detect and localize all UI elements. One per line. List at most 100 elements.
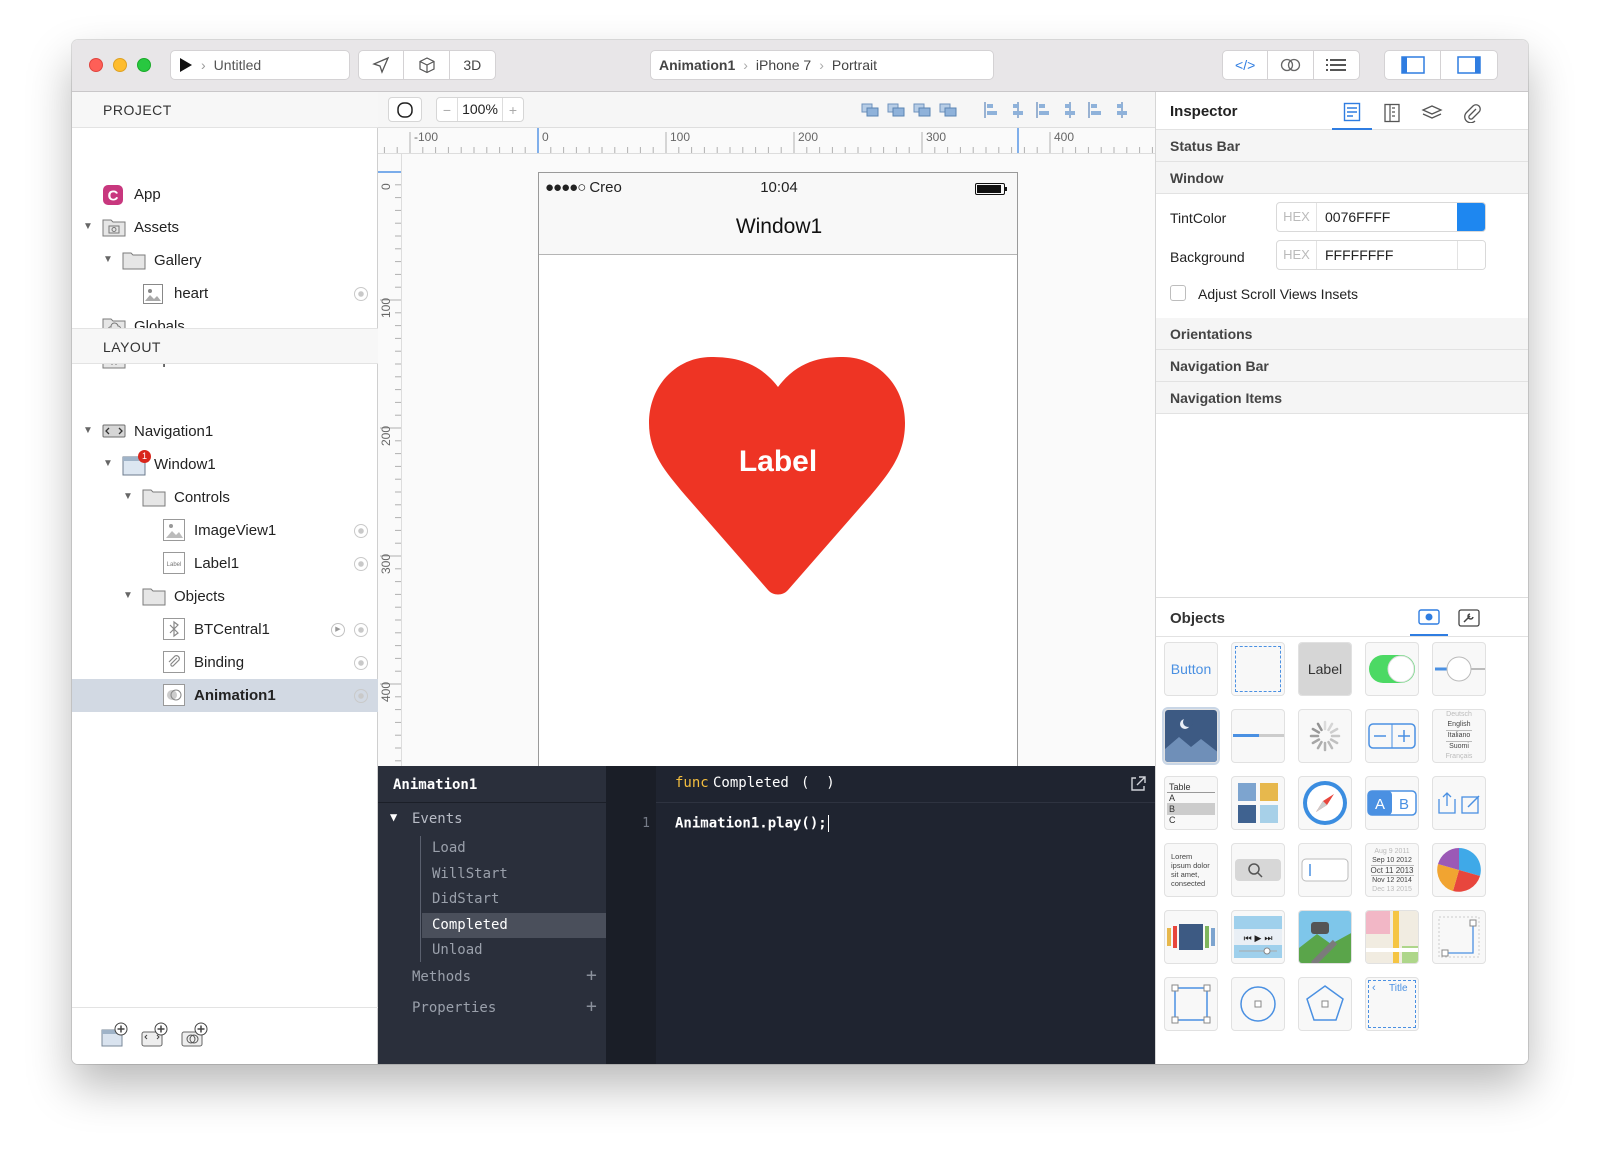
add-object-button[interactable] [180, 1022, 208, 1048]
bring-forward-icon[interactable] [860, 100, 880, 120]
media-player-object[interactable]: ⏮ ▶ ⏭ [1231, 910, 1285, 964]
status-dot-icon[interactable] [354, 623, 368, 637]
shape-button[interactable] [388, 97, 422, 122]
close-button[interactable] [89, 58, 103, 72]
layout-item-animation1[interactable]: Animation1 [72, 679, 378, 712]
tint-color-value[interactable]: 0076FFFF [1317, 209, 1457, 225]
align-right-icon[interactable] [1060, 100, 1080, 120]
layout-item-window1[interactable]: ▼ 1 Window1 [72, 448, 378, 481]
breadcrumb-item[interactable]: iPhone 7 [756, 57, 811, 73]
align-left-icon[interactable] [982, 100, 1002, 120]
status-dot-icon[interactable] [354, 689, 368, 703]
chart-object[interactable] [1432, 843, 1486, 897]
event-completed[interactable]: Completed [422, 912, 606, 938]
slider-object[interactable] [1432, 642, 1486, 696]
warning-badge[interactable]: 1 [138, 450, 151, 463]
events-disclosure-icon[interactable]: ▼ [390, 810, 397, 824]
tab-bindings[interactable] [1452, 96, 1492, 130]
toggle-right-panel-button[interactable] [1441, 51, 1497, 79]
minimize-button[interactable] [113, 58, 127, 72]
status-dot-icon[interactable] [354, 656, 368, 670]
navigation-bar-section[interactable]: Navigation Bar [1156, 350, 1528, 382]
imageview-object[interactable] [1162, 707, 1220, 765]
code-line[interactable]: Animation1.play(); [675, 815, 829, 832]
align-middle-icon[interactable] [1086, 100, 1106, 120]
run-scheme-button[interactable]: › Untitled [170, 50, 350, 80]
tint-color-swatch[interactable] [1457, 203, 1485, 231]
tint-color-field[interactable]: HEX 0076FFFF [1276, 202, 1486, 232]
send-backward-icon[interactable] [912, 100, 932, 120]
tab-ui-objects[interactable] [1410, 600, 1448, 636]
navigation-items-section[interactable]: Navigation Items [1156, 382, 1528, 414]
zoom-in-button[interactable]: + [503, 102, 523, 118]
3d-button[interactable]: 3D [450, 51, 495, 79]
event-load[interactable]: Load [422, 836, 606, 861]
status-dot-icon[interactable] [354, 524, 368, 538]
toggle-view-button[interactable] [1268, 51, 1314, 79]
align-bottom-icon[interactable] [1112, 100, 1132, 120]
tab-layers[interactable] [1412, 96, 1452, 130]
switch-object[interactable] [1365, 642, 1419, 696]
datepicker-object[interactable]: Aug 9 2011 Sep 10 2012 Oct 11 2013 Nov 12 2… [1365, 843, 1419, 897]
safari-object[interactable] [1298, 776, 1352, 830]
project-item-gallery[interactable]: ▼ Gallery [72, 244, 378, 277]
rectangle-object[interactable] [1164, 977, 1218, 1031]
textfield-object[interactable] [1298, 843, 1352, 897]
navbar-object[interactable]: ‹ Title [1365, 977, 1419, 1031]
disclosure-open-icon[interactable]: ▼ [82, 221, 94, 232]
background-color-value[interactable]: FFFFFFFF [1317, 247, 1457, 263]
activity-indicator-object[interactable] [1298, 709, 1352, 763]
tab-tools[interactable] [1450, 600, 1488, 636]
align-top-icon[interactable] [1034, 100, 1054, 120]
table-object[interactable]: Table A B C [1164, 776, 1218, 830]
add-window-button[interactable] [100, 1022, 128, 1048]
disclosure-open-icon[interactable]: ▼ [102, 254, 114, 265]
status-dot-icon[interactable] [354, 557, 368, 571]
add-navigation-button[interactable] [140, 1022, 168, 1048]
label-object[interactable]: Label [1298, 642, 1352, 696]
breadcrumb-item[interactable]: Portrait [832, 57, 877, 73]
disclosure-open-icon[interactable]: ▼ [122, 590, 134, 601]
event-willstart[interactable]: WillStart [422, 862, 606, 887]
layout-item-imageview1[interactable]: ImageView1 [72, 514, 378, 547]
list-view-button[interactable] [1314, 51, 1359, 79]
zoom-button[interactable] [137, 58, 151, 72]
progress-object[interactable] [1231, 709, 1285, 763]
status-bar-section[interactable]: Status Bar [1156, 130, 1528, 162]
layout-item-btcentral1[interactable]: BTCentral1 ▶ [72, 613, 378, 646]
stepper-object[interactable] [1365, 709, 1419, 763]
tab-size[interactable] [1372, 96, 1412, 130]
play-circle-icon[interactable]: ▶ [331, 623, 345, 637]
layout-item-navigation1[interactable]: ▼ Navigation1 [72, 415, 378, 448]
background-color-swatch[interactable] [1457, 241, 1485, 269]
breadcrumb-item[interactable]: Animation1 [659, 57, 735, 73]
layout-item-objects[interactable]: ▼ Objects [72, 580, 378, 613]
align-center-icon[interactable] [1008, 100, 1028, 120]
polygon-object[interactable] [1298, 977, 1352, 1031]
map-object[interactable] [1365, 910, 1419, 964]
orientations-section[interactable]: Orientations [1156, 318, 1528, 350]
disclosure-open-icon[interactable]: ▼ [102, 458, 114, 469]
textview-object[interactable]: Lorem ipsum dolor sit amet, consected [1164, 843, 1218, 897]
disclosure-open-icon[interactable]: ▼ [122, 491, 134, 502]
line-object[interactable] [1432, 910, 1486, 964]
event-unload[interactable]: Unload [422, 938, 606, 963]
project-item-assets[interactable]: ▼ Assets [72, 211, 378, 244]
gallery-object[interactable] [1164, 910, 1218, 964]
window-section[interactable]: Window [1156, 162, 1528, 194]
background-color-field[interactable]: HEX FFFFFFFF [1276, 240, 1486, 270]
status-dot-icon[interactable] [354, 287, 368, 301]
searchbar-object[interactable] [1231, 843, 1285, 897]
project-item-app[interactable]: C App [72, 178, 378, 211]
adjust-scroll-checkbox[interactable] [1170, 285, 1186, 301]
heart-label[interactable]: Label [649, 445, 907, 479]
disclosure-open-icon[interactable]: ▼ [82, 425, 94, 436]
picker-object[interactable]: Deutsch English Italiano Suomi Français [1432, 709, 1486, 763]
circle-object[interactable] [1231, 977, 1285, 1031]
events-header[interactable]: Events [412, 811, 463, 827]
add-property-button[interactable]: + [586, 996, 597, 1017]
event-didstart[interactable]: DidStart [422, 887, 606, 912]
package-button[interactable] [404, 51, 450, 79]
web-object[interactable] [1298, 910, 1352, 964]
layout-item-controls[interactable]: ▼ Controls [72, 481, 378, 514]
